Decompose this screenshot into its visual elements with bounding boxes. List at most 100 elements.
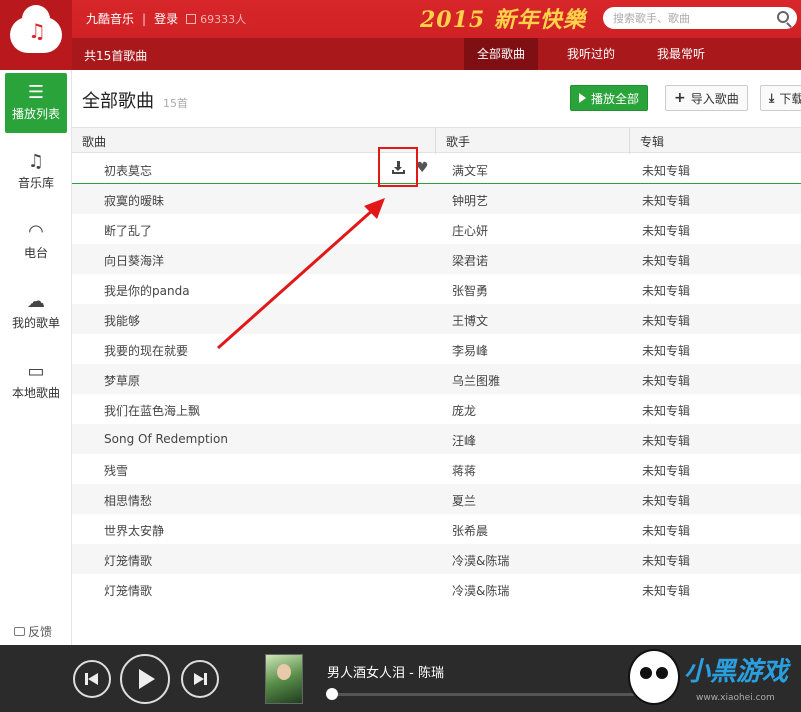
search-input[interactable]: 搜索歌手、歌曲: [603, 7, 797, 29]
column-artist[interactable]: 歌手: [446, 133, 470, 150]
table-row[interactable]: 世界太安静 张希晨 未知专辑: [72, 514, 801, 544]
download-button[interactable]: ⤓ 下载: [760, 85, 801, 111]
album-name: 未知专辑: [642, 434, 691, 448]
progress-bar[interactable]: [330, 693, 660, 696]
song-name: 世界太安静: [104, 524, 165, 538]
panda-mascot-icon: [628, 649, 680, 705]
main-panel: 全部歌曲 15首 播放全部 + 导入歌曲 ⤓ 下载 歌曲 歌手 专辑 初表莫忘 满…: [72, 70, 801, 645]
artist-name: 梁君诺: [452, 254, 489, 268]
play-all-button[interactable]: 播放全部: [570, 85, 649, 111]
table-row[interactable]: 初表莫忘 满文军 未知专辑 ♥: [72, 154, 801, 184]
table-row[interactable]: Song Of Redemption 汪峰 未知专辑: [72, 424, 801, 454]
online-count-value: 69333人: [200, 12, 247, 26]
song-name: Song Of Redemption: [104, 432, 228, 446]
sidebar-item-library[interactable]: ♫ 音乐库: [0, 150, 72, 210]
online-count: 69333人: [186, 11, 246, 27]
sidebar-item-radio[interactable]: ◠ 电台: [0, 220, 72, 280]
sidebar-item-local-songs[interactable]: ▭ 本地歌曲: [0, 360, 72, 420]
table-row[interactable]: 梦草原 乌兰图雅 未知专辑: [72, 364, 801, 394]
import-label: 导入歌曲: [690, 91, 739, 106]
app-logo[interactable]: ♫: [0, 0, 72, 70]
album-name: 未知专辑: [642, 494, 691, 508]
import-songs-button[interactable]: + 导入歌曲: [665, 85, 748, 111]
sidebar-item-my-playlists[interactable]: ☁ 我的歌单: [0, 290, 72, 350]
album-name: 未知专辑: [642, 314, 691, 328]
previous-button[interactable]: [73, 660, 111, 698]
artist-name: 冷漠&陈瑞: [452, 554, 510, 568]
tab-all-songs[interactable]: 全部歌曲: [464, 38, 539, 70]
song-name: 我们在蓝色海上飘: [104, 404, 201, 418]
music-note-icon: ♫: [28, 19, 46, 43]
sidebar-item-label: 本地歌曲: [11, 386, 60, 400]
now-playing-title: 男人酒女人泪 - 陈瑞: [327, 666, 444, 681]
progress-knob[interactable]: [326, 688, 338, 700]
table-row[interactable]: 断了乱了 庄心妍 未知专辑: [72, 214, 801, 244]
song-name: 寂寞的暧昧: [104, 194, 165, 208]
artist-name: 张智勇: [452, 284, 489, 298]
column-divider[interactable]: [629, 128, 630, 154]
list-icon: ☰: [27, 82, 45, 103]
song-list: 初表莫忘 满文军 未知专辑 ♥ 寂寞的暧昧 钟明艺 未知专辑 断了乱了 庄心妍 未知专辑 向日葵海洋…: [72, 154, 801, 604]
column-song[interactable]: 歌曲: [82, 133, 106, 150]
play-button[interactable]: [120, 654, 170, 704]
tab-most-played[interactable]: 我最常听: [644, 38, 718, 70]
album-name: 未知专辑: [642, 374, 691, 388]
feedback-icon: [14, 627, 25, 636]
album-name: 未知专辑: [642, 194, 691, 208]
album-name: 未知专辑: [642, 254, 691, 268]
column-divider[interactable]: [435, 128, 436, 154]
table-row[interactable]: 我们在蓝色海上飘 庞龙 未知专辑: [72, 394, 801, 424]
album-name: 未知专辑: [642, 404, 691, 418]
song-name: 我能够: [104, 314, 141, 328]
separator: |: [142, 11, 147, 26]
search-icon[interactable]: [777, 11, 789, 23]
player-bar: 男人酒女人泪 - 陈瑞 小黑游戏 www.xiaohei.com: [0, 645, 801, 712]
download-label: 下载: [779, 91, 801, 106]
album-cover[interactable]: [265, 654, 303, 704]
sidebar-item-playlist[interactable]: ☰ 播放列表: [5, 73, 67, 133]
feedback-label: 反馈: [28, 625, 53, 639]
login-link[interactable]: 登录: [154, 10, 178, 27]
new-year-banner: 2015 新年快樂: [420, 7, 586, 33]
next-button[interactable]: [181, 660, 219, 698]
table-row[interactable]: 相思情愁 夏兰 未知专辑: [72, 484, 801, 514]
tab-listened[interactable]: 我听过的: [554, 38, 628, 70]
table-header: 歌曲 歌手 专辑: [72, 127, 801, 154]
play-all-label: 播放全部: [591, 91, 640, 106]
song-name: 相思情愁: [104, 494, 153, 508]
song-name: 灯笼情歌: [104, 584, 153, 598]
user-count-icon: [186, 13, 197, 24]
watermark: 小黑游戏 www.xiaohei.com: [614, 645, 801, 712]
table-row[interactable]: 灯笼情歌 冷漠&陈瑞 未知专辑: [72, 544, 801, 574]
column-album[interactable]: 专辑: [640, 133, 664, 150]
sidebar-item-label: 音乐库: [17, 176, 54, 190]
album-name: 未知专辑: [642, 524, 691, 538]
table-row[interactable]: 向日葵海洋 梁君诺 未知专辑: [72, 244, 801, 274]
watermark-url: www.xiaohei.com: [696, 693, 775, 703]
play-icon: [579, 93, 586, 103]
song-name: 断了乱了: [104, 224, 153, 238]
table-row[interactable]: 寂寞的暧昧 钟明艺 未知专辑: [72, 184, 801, 214]
sub-bar: 共15首歌曲 全部歌曲 我听过的 我最常听: [72, 38, 801, 70]
table-row[interactable]: 我是你的panda 张智勇 未知专辑: [72, 274, 801, 304]
album-name: 未知专辑: [642, 224, 691, 238]
table-row[interactable]: 残雪 蒋蒋 未知专辑: [72, 454, 801, 484]
table-row[interactable]: 灯笼情歌 冷漠&陈瑞 未知专辑: [72, 574, 801, 604]
artist-name: 李易峰: [452, 344, 489, 358]
feedback-link[interactable]: 反馈: [14, 623, 52, 640]
sidebar-item-label: 我的歌单: [11, 316, 60, 330]
cloud-logo-icon: ♫: [10, 5, 62, 53]
page-title: 全部歌曲: [82, 91, 154, 112]
filter-tabs: 全部歌曲 我听过的 我最常听: [464, 38, 734, 70]
song-name: 灯笼情歌: [104, 554, 153, 568]
total-songs: 共15首歌曲: [84, 49, 148, 63]
artist-name: 夏兰: [452, 494, 477, 508]
search-placeholder: 搜索歌手、歌曲: [613, 12, 690, 25]
artist-name: 庞龙: [452, 404, 477, 418]
table-row[interactable]: 我能够 王博文 未知专辑: [72, 304, 801, 334]
song-name: 初表莫忘: [104, 164, 153, 178]
artist-name: 王博文: [452, 314, 489, 328]
table-row[interactable]: 我要的现在就要 李易峰 未知专辑: [72, 334, 801, 364]
album-name: 未知专辑: [642, 584, 691, 598]
cloud-icon: ☁: [27, 291, 45, 312]
